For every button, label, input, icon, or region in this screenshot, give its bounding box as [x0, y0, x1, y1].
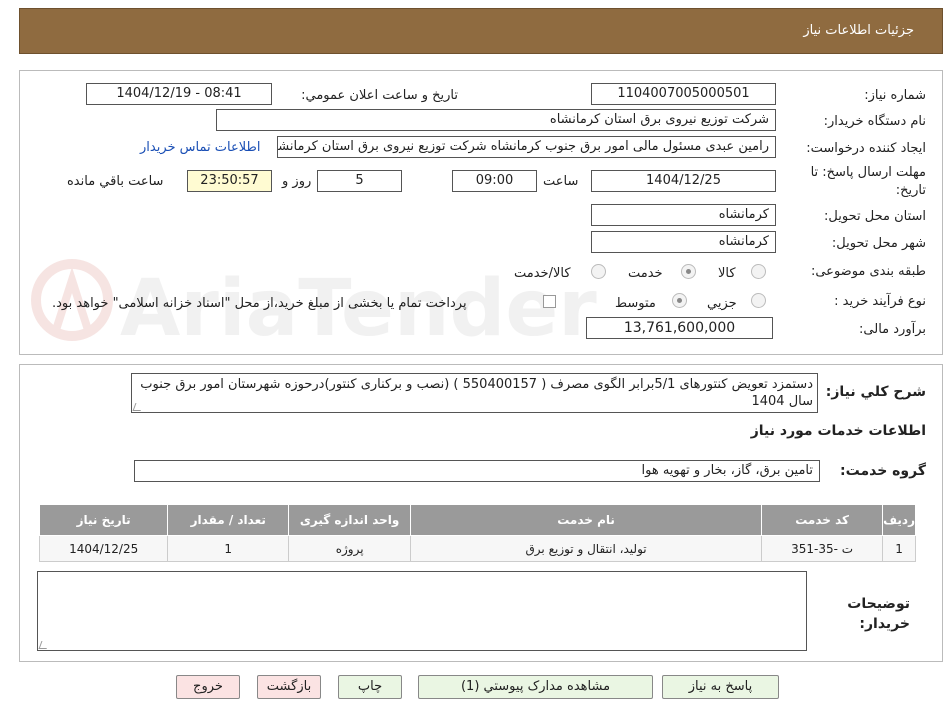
category-service-label: خدمت: [628, 266, 663, 281]
exit-button[interactable]: خروج: [176, 675, 240, 699]
budget-label: برآورد مالی:: [859, 322, 926, 337]
back-button[interactable]: بازگشت: [257, 675, 321, 699]
description-text: دستمزد تعويض کنتورهای 5/1برابر الگوی مصر…: [140, 377, 813, 409]
resize-grip-icon[interactable]: [38, 641, 50, 649]
cell-quantity: 1: [167, 535, 290, 562]
process-label: نوع فرآيند خريد :: [834, 294, 926, 309]
category-both-label: کالا/خدمت: [514, 266, 571, 281]
page-title: جزئيات اطلاعات نياز: [803, 23, 914, 38]
service-group-field: تامين برق، گاز، بخار و تهويه هوا: [134, 460, 820, 482]
buyer-contact-link[interactable]: اطلاعات تماس خريدار: [140, 140, 260, 155]
col-quantity: تعداد / مقدار: [167, 504, 290, 536]
table-row: 1 ت -35-351 توليد، انتقال و توزيع برق پر…: [38, 535, 916, 562]
announce-datetime-field: 1404/12/19 - 08:41: [86, 83, 272, 105]
city-field: کرمانشاه: [591, 231, 776, 253]
buyer-org-field: شرکت توزيع نيروی برق استان کرمانشاه: [216, 109, 776, 131]
category-label: طبقه بندی موضوعی:: [810, 264, 926, 279]
process-minor-radio[interactable]: [751, 293, 766, 308]
col-need-date: تاريخ نياز: [38, 504, 169, 536]
deadline-date-field: 1404/12/25: [591, 170, 776, 192]
table-header-row: رديف کد خدمت نام خدمت واحد اندازه گيری ت…: [38, 504, 916, 536]
resize-grip-icon[interactable]: [132, 403, 144, 411]
cell-service-code: ت -35-351: [761, 535, 884, 562]
requester-label: ايجاد کننده درخواست:: [806, 141, 926, 156]
reply-button[interactable]: پاسخ به نياز: [662, 675, 779, 699]
treasury-payment-checkbox[interactable]: [543, 295, 556, 308]
services-table: رديف کد خدمت نام خدمت واحد اندازه گيری ت…: [38, 504, 916, 562]
col-unit: واحد اندازه گيری: [288, 504, 412, 536]
cell-service-name: توليد، انتقال و توزيع برق: [410, 535, 763, 562]
need-number-label: شماره نياز:: [864, 88, 926, 103]
col-row-number: رديف: [882, 504, 916, 536]
print-button[interactable]: چاپ: [338, 675, 402, 699]
need-number-field: 1104007005000501: [591, 83, 776, 105]
description-label: شرح کلي نياز:: [825, 384, 926, 400]
services-title: اطلاعات خدمات مورد نياز: [750, 423, 926, 439]
days-label: روز و: [282, 174, 312, 189]
buyer-notes-field[interactable]: [37, 571, 807, 651]
province-field: کرمانشاه: [591, 204, 776, 226]
remaining-label: ساعت باقي مانده: [67, 174, 164, 189]
deadline-time-field: 09:00: [452, 170, 537, 192]
cell-need-date: 1404/12/25: [38, 535, 169, 562]
category-service-radio[interactable]: [681, 264, 696, 279]
buyer-notes-label: توضيحات خريدار:: [847, 596, 910, 632]
deadline-label: مهلت ارسال پاسخ: تا تاريخ:: [810, 165, 926, 198]
description-field: دستمزد تعويض کنتورهای 5/1برابر الگوی مصر…: [131, 373, 818, 413]
page-header: جزئيات اطلاعات نياز: [19, 8, 943, 54]
col-service-code: کد خدمت: [761, 504, 884, 536]
deadline-time-label: ساعت: [543, 174, 579, 189]
budget-field: 13,761,600,000: [586, 317, 773, 339]
announce-datetime-label: تاريخ و ساعت اعلان عمومي:: [301, 88, 458, 103]
province-label: استان محل تحويل:: [824, 209, 926, 224]
attachments-button[interactable]: مشاهده مدارک پيوستي (1): [418, 675, 653, 699]
category-both-radio[interactable]: [591, 264, 606, 279]
buyer-org-label: نام دستگاه خريدار:: [823, 114, 926, 129]
days-field: 5: [317, 170, 402, 192]
city-label: شهر محل تحويل:: [831, 236, 926, 251]
process-medium-radio[interactable]: [672, 293, 687, 308]
treasury-payment-note: پرداخت تمام يا بخشی از مبلغ خريد،از محل …: [52, 296, 467, 311]
requester-field: رامين عبدی مسئول مالی امور برق جنوب کرما…: [277, 136, 776, 158]
remaining-time-field: 23:50:57: [187, 170, 272, 192]
service-group-label: گروه خدمت:: [840, 463, 926, 479]
process-medium-label: متوسط: [615, 296, 656, 311]
category-goods-radio[interactable]: [751, 264, 766, 279]
category-goods-label: کالا: [718, 266, 736, 281]
col-service-name: نام خدمت: [410, 504, 763, 536]
cell-row-number: 1: [882, 535, 916, 562]
cell-unit: پروژه: [288, 535, 412, 562]
process-minor-label: جزيي: [707, 296, 737, 311]
